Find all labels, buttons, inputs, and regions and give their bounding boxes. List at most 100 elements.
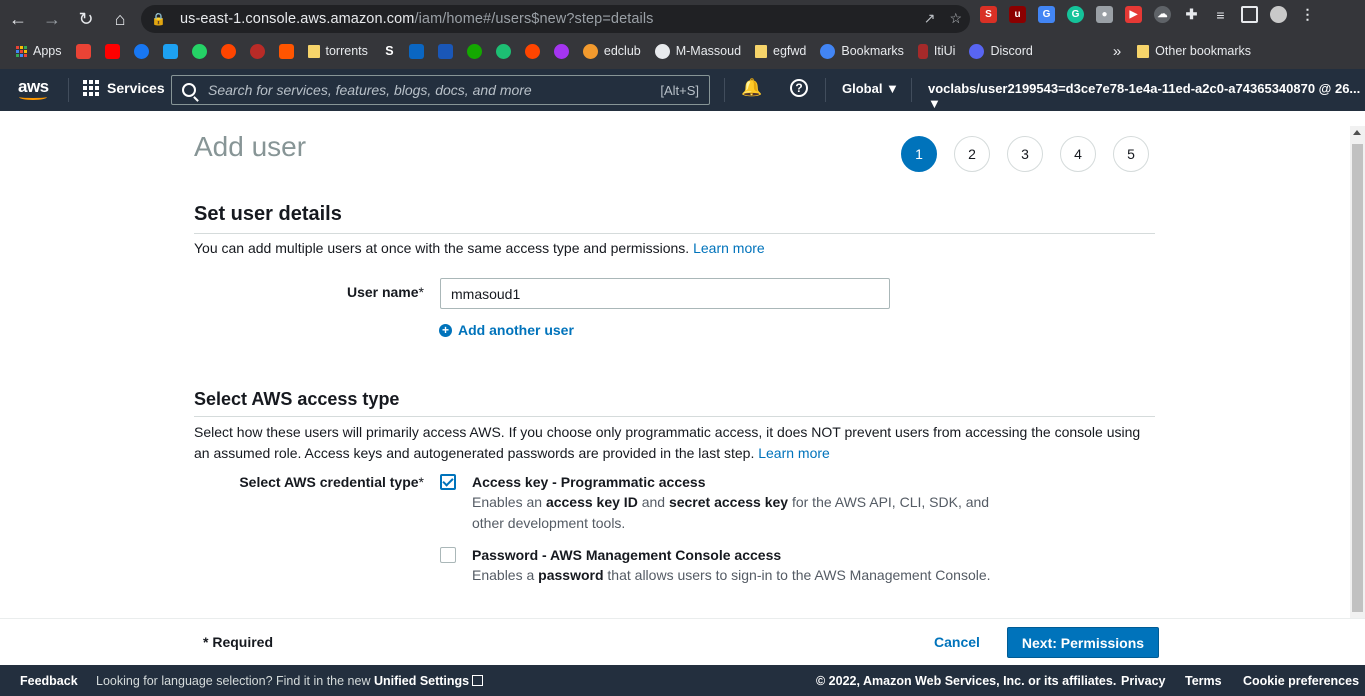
youtube-icon[interactable]	[104, 43, 120, 59]
bookmark-label: M-Massoud	[675, 44, 742, 58]
bookmarks-overflow-button[interactable]: »	[1113, 43, 1121, 60]
bookmark-edclub[interactable]: edclub	[582, 43, 641, 59]
reddit-icon[interactable]	[220, 43, 236, 59]
aws-smile-icon	[19, 94, 47, 100]
privacy-link[interactable]: Privacy	[1121, 674, 1165, 688]
reading-list-icon[interactable]: ≡	[1212, 6, 1229, 23]
bookmark-egfwd[interactable]: egfwd	[755, 44, 806, 58]
lock-icon: 🔒	[151, 12, 166, 26]
account-menu[interactable]: voclabs/user2199543=d3ce7e78-1e4a-11ed-a…	[928, 81, 1365, 111]
services-menu-button[interactable]: Services	[83, 80, 165, 96]
linkedin-icon[interactable]	[408, 43, 424, 59]
required-note: * Required	[203, 634, 274, 650]
extensions-area: S u G G ● ▶ ☁ ✚ ≡ ⋮	[980, 6, 1316, 23]
extension-cloud-icon[interactable]: ☁	[1154, 6, 1171, 23]
back-arrow-icon[interactable]: ←	[2, 3, 34, 35]
bell-icon[interactable]: 🔔	[741, 78, 762, 98]
extension-ublock-icon[interactable]: u	[1009, 6, 1026, 23]
description-text: You can add multiple users at once with …	[194, 240, 690, 256]
bookmarks-bar: Apps torrents S edclub M-Massoud egfwd B…	[0, 38, 1365, 64]
udemy-icon[interactable]	[553, 43, 569, 59]
add-another-user-button[interactable]: + Add another user	[439, 322, 574, 338]
search-icon	[182, 83, 196, 97]
twitter-icon[interactable]	[162, 43, 178, 59]
discord-icon	[969, 43, 985, 59]
desc-bold: password	[538, 567, 604, 583]
quora-icon[interactable]	[249, 43, 265, 59]
cookie-preferences-link[interactable]: Cookie preferences	[1243, 674, 1359, 688]
scroll-up-icon[interactable]	[1353, 130, 1361, 135]
extension-camera-icon[interactable]: ●	[1096, 6, 1113, 23]
learn-more-link[interactable]: Learn more	[758, 445, 830, 461]
username-input[interactable]	[440, 278, 890, 309]
region-selector[interactable]: Global ▼	[842, 81, 899, 96]
fiverr-icon[interactable]	[495, 43, 511, 59]
learn-more-link[interactable]: Learn more	[693, 240, 765, 256]
access-key-checkbox[interactable]	[440, 474, 456, 490]
desc-text: other development tools.	[472, 515, 626, 531]
url-path: /iam/home#/users$new?step=details	[414, 11, 654, 27]
step-5[interactable]: 5	[1113, 136, 1149, 172]
scrollbar-thumb[interactable]	[1352, 144, 1363, 612]
sidepanel-icon[interactable]	[1241, 6, 1258, 23]
bookmark-apps[interactable]: Apps	[16, 44, 62, 58]
puzzle-icon[interactable]: ✚	[1183, 6, 1200, 23]
reddit-alien-icon[interactable]	[524, 43, 540, 59]
credential-type-label-text: Select AWS credential type	[239, 474, 419, 490]
home-icon[interactable]: ⌂	[104, 3, 136, 35]
password-checkbox[interactable]	[440, 547, 456, 563]
whatsapp-icon[interactable]	[191, 43, 207, 59]
folder-icon	[307, 44, 320, 58]
aws-search-input[interactable]: Search for services, features, blogs, do…	[171, 75, 710, 105]
step-1[interactable]: 1	[901, 136, 937, 172]
search-placeholder: Search for services, features, blogs, do…	[208, 82, 532, 98]
help-icon[interactable]: ?	[790, 79, 808, 97]
bookmark-bookmarks[interactable]: Bookmarks	[820, 43, 904, 59]
soundcloud-icon[interactable]	[278, 43, 294, 59]
step-3[interactable]: 3	[1007, 136, 1043, 172]
bookmark-itiui[interactable]: ItiUi	[917, 43, 955, 59]
aws-top-nav: aws Services Search for services, featur…	[0, 69, 1365, 111]
skype-icon[interactable]: S	[381, 43, 397, 59]
desc-bold: access key ID	[545, 494, 638, 510]
step-4[interactable]: 4	[1060, 136, 1096, 172]
facebook-icon[interactable]	[133, 43, 149, 59]
bookmark-torrents[interactable]: torrents	[307, 44, 368, 58]
bookmark-discord[interactable]: Discord	[969, 43, 1033, 59]
main-content: Add user 1 2 3 4 5 Set user details You …	[0, 111, 1350, 617]
star-icon[interactable]: ☆	[949, 10, 962, 27]
page-scrollbar[interactable]	[1350, 126, 1365, 618]
profile-avatar-icon[interactable]	[1270, 6, 1287, 23]
extension-s-icon[interactable]: S	[980, 6, 997, 23]
menu-dots-icon[interactable]: ⋮	[1299, 6, 1316, 23]
share-icon[interactable]: ↗	[924, 10, 936, 27]
gmail-icon[interactable]	[75, 43, 91, 59]
aws-logo[interactable]: aws	[18, 77, 49, 100]
user-details-description: You can add multiple users at once with …	[194, 238, 765, 259]
next-permissions-button[interactable]: Next: Permissions	[1007, 627, 1159, 658]
extension-grammarly-icon[interactable]: G	[1067, 6, 1084, 23]
bookmark-other[interactable]: Other bookmarks	[1137, 44, 1251, 58]
wuzzuf-icon[interactable]	[437, 43, 453, 59]
bookmark-label: Other bookmarks	[1155, 44, 1252, 58]
feedback-link[interactable]: Feedback	[20, 674, 78, 688]
address-bar[interactable]: 🔒 us-east-1.console.aws.amazon.com/iam/h…	[141, 5, 970, 33]
bookmark-m-massoud[interactable]: M-Massoud	[654, 43, 742, 59]
unified-settings-link[interactable]: Unified Settings	[374, 674, 484, 688]
folder-icon	[755, 44, 768, 58]
cancel-button[interactable]: Cancel	[934, 634, 980, 650]
upwork-icon[interactable]	[466, 43, 482, 59]
desc-text: for the AWS API, CLI, SDK, and	[788, 494, 990, 510]
reload-icon[interactable]: ↻	[70, 3, 102, 35]
extension-video-icon[interactable]: ▶	[1125, 6, 1142, 23]
search-shortcut: [Alt+S]	[660, 82, 699, 98]
username-label: User name*	[300, 284, 424, 300]
aws-footer: Feedback Looking for language selection?…	[0, 665, 1365, 696]
bookmark-label: Apps	[33, 44, 62, 58]
access-type-description: Select how these users will primarily ac…	[194, 422, 1154, 464]
terms-link[interactable]: Terms	[1185, 674, 1222, 688]
extension-translate-icon[interactable]: G	[1038, 6, 1055, 23]
credential-type-label: Select AWS credential type*	[200, 474, 424, 490]
step-2[interactable]: 2	[954, 136, 990, 172]
forward-arrow-icon[interactable]: →	[36, 3, 68, 35]
